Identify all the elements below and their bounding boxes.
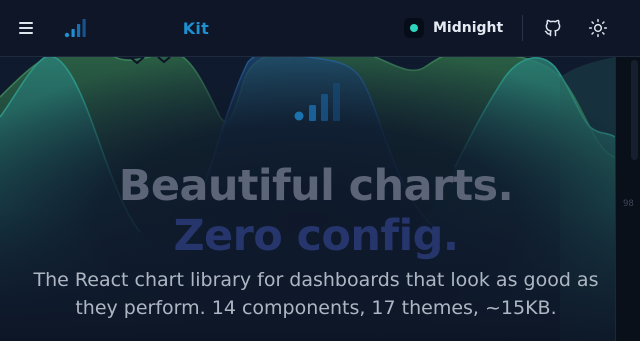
header-divider [522, 15, 523, 41]
hero-subtitle: The React chart library for dashboards t… [0, 266, 615, 322]
menu-button[interactable] [14, 16, 38, 40]
github-icon [544, 19, 561, 37]
theme-name-label: Midnight [433, 20, 504, 36]
hero-subtitle-line-2: they perform. 14 components, 17 themes, … [75, 297, 557, 319]
github-link-button[interactable] [541, 16, 565, 40]
top-navigation-bar: Rechart Kit Midnight [0, 0, 640, 57]
brand-name-text: Kit [182, 18, 209, 38]
hero-section: Beautiful charts. Zero config. The React… [0, 57, 615, 341]
hero-subtitle-line-1: The React chart library for dashboards t… [33, 269, 599, 291]
app-root: Rechart Kit Midnight Beautiful charts. Z… [0, 0, 640, 341]
theme-toggle-button[interactable] [586, 16, 610, 40]
brand-wordmark[interactable]: Rechart Kit [110, 17, 209, 39]
signal-bars-logo-icon[interactable] [64, 18, 88, 38]
side-panel-glyph: 98 [623, 199, 634, 209]
hamburger-menu-icon [19, 22, 33, 34]
sun-icon [588, 18, 608, 38]
theme-selector[interactable]: Midnight [404, 14, 503, 42]
side-panel-edge [615, 57, 616, 341]
signal-bars-hero-icon [294, 83, 340, 121]
theme-swatch-icon [404, 18, 424, 38]
brand-prefix-text: Rechart [110, 18, 182, 38]
hero-headline-secondary: Zero config. [173, 211, 459, 261]
hero-headline-primary: Beautiful charts. [118, 161, 514, 211]
side-panel-scrollbar[interactable] [631, 60, 638, 160]
